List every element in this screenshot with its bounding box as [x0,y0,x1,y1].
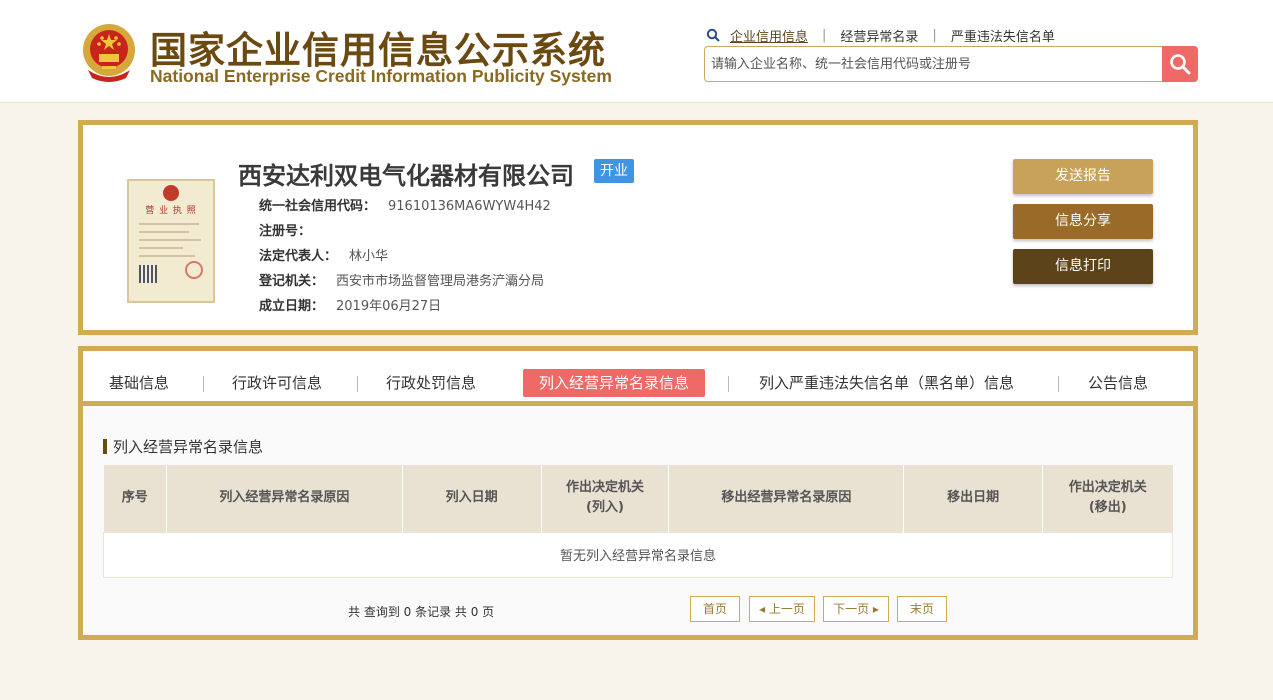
search-button[interactable] [1162,46,1198,82]
link-blacklist[interactable]: 严重违法失信名单 [951,26,1055,45]
abnormal-list-table: 序号 列入经营异常名录原因 列入日期 作出决定机关 (列入) 移出经营异常名录原… [103,465,1173,578]
print-info-button[interactable]: 信息打印 [1013,249,1153,284]
search-input[interactable] [711,54,1159,74]
info-panel: 基础信息 行政许可信息 行政处罚信息 列入经营异常名录信息 列入严重违法失信名单… [78,346,1198,640]
link-separator: | [932,27,937,43]
status-badge: 开业 [594,159,634,183]
tab-admin-penalty[interactable]: 行政处罚信息 [386,369,476,397]
company-name: 西安达利双电气化器材有限公司 [238,162,574,190]
tab-basic-info[interactable]: 基础信息 [109,369,169,397]
info-founded-date: 成立日期： 2019年06月27日 [259,299,442,314]
tab-announcements[interactable]: 公告信息 [1088,369,1148,397]
last-page-button[interactable]: 末页 [897,596,947,622]
next-page-button[interactable]: 下一页 ▸ [823,596,889,622]
col-remove-reason: 移出经营异常名录原因 [668,465,905,532]
site-header: 国家企业信用信息公示系统 National Enterprise Credit … [0,0,1273,103]
business-license-image[interactable]: 营 业 执 照 [127,179,215,303]
site-title-en: National Enterprise Credit Information P… [150,66,612,86]
license-emblem-icon [163,185,179,201]
top-nav-links: 企业信用信息 | 经营异常名录 | 严重违法失信名单 [706,26,1055,45]
share-info-button[interactable]: 信息分享 [1013,204,1153,239]
caret-left-icon: ◂ [759,602,769,616]
link-enterprise-credit[interactable]: 企业信用信息 [730,26,808,45]
section-title: 列入经营异常名录信息 [103,436,263,457]
tab-bar: 基础信息 行政许可信息 行政处罚信息 列入经营异常名录信息 列入严重违法失信名单… [83,351,1193,406]
section-marker [103,439,107,454]
tab-blacklist[interactable]: 列入严重违法失信名单（黑名单）信息 [759,369,1014,397]
pagination-summary: 共 查询到 0 条记录 共 0 页 [348,605,495,619]
table-row: 暂无列入经营异常名录信息 [103,531,1173,578]
national-emblem-icon[interactable] [80,22,138,84]
search-icon [706,28,720,42]
prev-page-button[interactable]: ◂ 上一页 [749,596,815,622]
search-box [704,46,1198,82]
qr-code-icon [139,265,157,283]
send-report-button[interactable]: 发送报告 [1013,159,1153,194]
empty-message: 暂无列入经营异常名录信息 [103,531,1173,578]
info-legal-rep: 法定代表人： 林小华 [259,249,389,264]
col-remove-authority: 作出决定机关 (移出) [1042,465,1173,532]
info-reg-authority: 登记机关： 西安市市场监督管理局港务浐灞分局 [259,274,545,289]
link-separator: | [822,27,827,43]
tab-admin-license[interactable]: 行政许可信息 [232,369,322,397]
col-list-date: 列入日期 [402,465,542,532]
company-card: 营 业 执 照 西安达利双电气化器材有限公司 开业 统一社会信用代码： 91610… [78,120,1198,335]
col-list-authority: 作出决定机关 (列入) [541,465,670,532]
stamp-icon [185,261,203,279]
license-title: 营 业 执 照 [145,206,197,216]
caret-right-icon: ▸ [869,602,879,616]
tab-abnormal-list[interactable]: 列入经营异常名录信息 [523,369,706,397]
link-abnormal-list[interactable]: 经营异常名录 [840,26,918,45]
table-header-row: 序号 列入经营异常名录原因 列入日期 作出决定机关 (列入) 移出经营异常名录原… [103,465,1173,532]
info-credit-code: 统一社会信用代码： 91610136MA6WYW4H42 [259,199,551,214]
col-index: 序号 [103,465,167,532]
first-page-button[interactable]: 首页 [690,596,740,622]
search-icon [1170,54,1191,75]
col-list-reason: 列入经营异常名录原因 [166,465,403,532]
info-reg-number: 注册号： [259,224,312,239]
col-remove-date: 移出日期 [903,465,1044,532]
